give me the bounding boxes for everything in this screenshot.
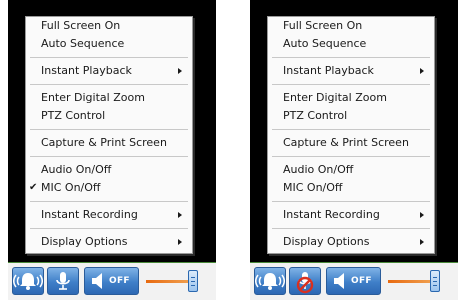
menu-item-label: Enter Digital Zoom <box>41 91 145 104</box>
audio-toolbar: OFF <box>8 263 216 300</box>
menu-separator <box>272 156 430 157</box>
speaker-state-label: OFF <box>109 276 130 286</box>
checkmark-icon: ✔ <box>29 182 38 193</box>
volume-track <box>388 280 432 283</box>
menu-item-auto-sequence[interactable]: Auto Sequence <box>26 35 192 53</box>
speaker-button[interactable]: OFF <box>84 267 139 295</box>
menu-section: Capture & Print Screen <box>268 134 434 152</box>
submenu-arrow-icon <box>420 239 424 245</box>
menu-section: Display Options <box>26 233 192 251</box>
menu-separator <box>272 228 430 229</box>
alarm-button[interactable] <box>254 267 286 295</box>
menu-item-enter-digital-zoom[interactable]: Enter Digital Zoom <box>268 89 434 107</box>
menu-section: Full Screen On Auto Sequence <box>268 17 434 53</box>
menu-separator <box>30 228 188 229</box>
menu-item-mic-on-off[interactable]: ✔ MIC On/Off <box>26 179 192 197</box>
menu-item-label: Auto Sequence <box>41 37 125 50</box>
menu-separator <box>272 201 430 202</box>
menu-item-enter-digital-zoom[interactable]: Enter Digital Zoom <box>26 89 192 107</box>
submenu-arrow-icon <box>178 239 182 245</box>
menu-item-label: PTZ Control <box>283 109 348 122</box>
speaker-state-label: OFF <box>351 276 372 286</box>
mic-button[interactable] <box>289 267 321 295</box>
menu-item-label: Auto Sequence <box>283 37 367 50</box>
speaker-button[interactable]: OFF <box>326 267 381 295</box>
menu-section: Capture & Print Screen <box>26 134 192 152</box>
menu-item-label: Capture & Print Screen <box>283 136 409 149</box>
menu-section: Audio On/Off MIC On/Off <box>268 161 434 197</box>
menu-item-capture-and-print-screen[interactable]: Capture & Print Screen <box>268 134 434 152</box>
menu-section: Enter Digital Zoom PTZ Control <box>268 89 434 125</box>
menu-section: Audio On/Off ✔ MIC On/Off <box>26 161 192 197</box>
left-panel: Full Screen On Auto Sequence Instant Playb… <box>8 0 216 300</box>
menu-item-label: MIC On/Off <box>283 181 343 194</box>
menu-item-label: Full Screen On <box>41 19 121 32</box>
alarm-button[interactable] <box>12 267 44 295</box>
menu-separator <box>30 57 188 58</box>
submenu-arrow-icon <box>420 212 424 218</box>
menu-item-label: MIC On/Off <box>41 181 101 194</box>
menu-item-ptz-control[interactable]: PTZ Control <box>26 107 192 125</box>
submenu-arrow-icon <box>420 68 424 74</box>
menu-section: Full Screen On Auto Sequence <box>26 17 192 53</box>
menu-item-label: Display Options <box>283 235 370 248</box>
volume-track <box>146 280 190 283</box>
menu-section: Enter Digital Zoom PTZ Control <box>26 89 192 125</box>
menu-item-ptz-control[interactable]: PTZ Control <box>268 107 434 125</box>
menu-separator <box>272 129 430 130</box>
menu-item-label: Instant Playback <box>283 64 374 77</box>
menu-section: Instant Playback <box>268 62 434 80</box>
menu-item-instant-playback[interactable]: Instant Playback <box>268 62 434 80</box>
menu-item-label: Enter Digital Zoom <box>283 91 387 104</box>
menu-item-full-screen-on[interactable]: Full Screen On <box>26 17 192 35</box>
context-menu: Full Screen On Auto Sequence Instant Playb… <box>267 16 435 254</box>
menu-item-capture-and-print-screen[interactable]: Capture & Print Screen <box>26 134 192 152</box>
menu-item-full-screen-on[interactable]: Full Screen On <box>268 17 434 35</box>
menu-item-label: Instant Recording <box>283 208 380 221</box>
menu-separator <box>30 129 188 130</box>
menu-item-instant-playback[interactable]: Instant Playback <box>26 62 192 80</box>
menu-section: Instant Recording <box>268 206 434 224</box>
menu-item-label: Audio On/Off <box>283 163 354 176</box>
menu-item-label: Audio On/Off <box>41 163 112 176</box>
volume-slider[interactable] <box>146 267 214 295</box>
menu-separator <box>272 84 430 85</box>
menu-separator <box>30 156 188 157</box>
menu-item-display-options[interactable]: Display Options <box>26 233 192 251</box>
menu-separator <box>272 57 430 58</box>
context-menu: Full Screen On Auto Sequence Instant Playb… <box>25 16 193 254</box>
volume-slider[interactable] <box>388 267 456 295</box>
right-panel: Full Screen On Auto Sequence Instant Playb… <box>250 0 458 300</box>
menu-item-display-options[interactable]: Display Options <box>268 233 434 251</box>
menu-section: Instant Recording <box>26 206 192 224</box>
menu-section: Display Options <box>268 233 434 251</box>
audio-toolbar: OFF <box>250 263 458 300</box>
menu-item-label: PTZ Control <box>41 109 106 122</box>
menu-item-label: Full Screen On <box>283 19 363 32</box>
menu-item-instant-recording[interactable]: Instant Recording <box>268 206 434 224</box>
menu-item-audio-on-off[interactable]: Audio On/Off <box>26 161 192 179</box>
submenu-arrow-icon <box>178 68 182 74</box>
menu-section: Instant Playback <box>26 62 192 80</box>
menu-item-label: Display Options <box>41 235 128 248</box>
volume-knob[interactable] <box>188 270 198 292</box>
menu-item-mic-on-off[interactable]: MIC On/Off <box>268 179 434 197</box>
menu-item-instant-recording[interactable]: Instant Recording <box>26 206 192 224</box>
volume-knob[interactable] <box>430 270 440 292</box>
menu-separator <box>30 201 188 202</box>
menu-item-label: Instant Playback <box>41 64 132 77</box>
mic-button[interactable] <box>47 267 79 295</box>
submenu-arrow-icon <box>178 212 182 218</box>
menu-item-label: Instant Recording <box>41 208 138 221</box>
menu-item-audio-on-off[interactable]: Audio On/Off <box>268 161 434 179</box>
menu-item-auto-sequence[interactable]: Auto Sequence <box>268 35 434 53</box>
menu-separator <box>30 84 188 85</box>
menu-item-label: Capture & Print Screen <box>41 136 167 149</box>
